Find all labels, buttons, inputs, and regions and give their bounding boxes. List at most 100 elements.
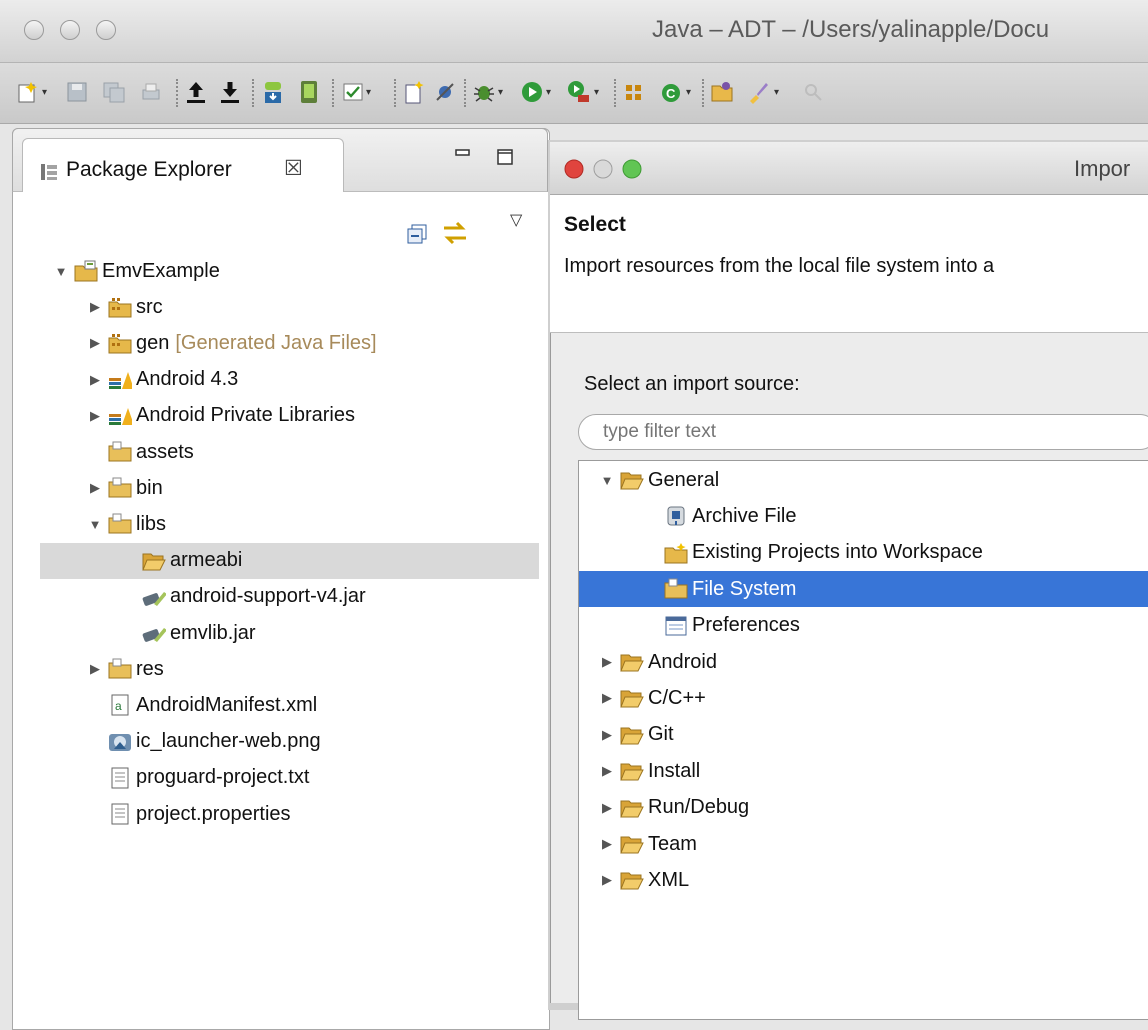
android-sdk-manager-button[interactable] [262, 77, 284, 107]
maximize-view-button[interactable] [496, 148, 514, 171]
upload-button[interactable] [184, 77, 208, 107]
link-with-editor-button[interactable] [442, 220, 470, 251]
svg-text:a: a [115, 699, 122, 713]
tree-item[interactable]: ▶ src [88, 290, 163, 324]
debug-button[interactable]: ▾ [472, 77, 503, 107]
minimize-view-button[interactable] [454, 147, 472, 165]
tree-item-label: emvlib.jar [170, 621, 256, 644]
folder-icon [108, 477, 132, 499]
expanded-arrow-icon[interactable]: ▼ [88, 517, 102, 532]
collapsed-arrow-icon[interactable]: ▶ [600, 872, 614, 888]
task-button[interactable]: ▾ [342, 77, 371, 107]
existing-project-icon [664, 542, 688, 564]
zoom-window-button[interactable] [96, 20, 116, 40]
wizard-item[interactable]: Existing Projects into Workspace [579, 535, 1148, 571]
toolbar-separator [702, 79, 704, 107]
wizard-item[interactable]: ▶ Team [579, 826, 1148, 862]
tree-item-label: gen [136, 331, 170, 354]
filter-input[interactable] [578, 414, 1148, 450]
new-class-button[interactable]: C ▾ [660, 77, 691, 107]
tree-item[interactable]: ▶ Android 4.3 [88, 363, 238, 397]
window-title: Java – ADT – /Users/yalinapple/Docu [652, 16, 1050, 43]
collapsed-arrow-icon[interactable]: ▶ [600, 800, 614, 816]
save-button[interactable] [66, 77, 88, 107]
tree-item[interactable]: android-support-v4.jar [122, 580, 366, 614]
tree-item[interactable]: a AndroidManifest.xml [88, 688, 317, 722]
skip-breakpoints-button[interactable] [434, 77, 456, 107]
close-window-button[interactable] [24, 20, 44, 40]
collapsed-arrow-icon[interactable]: ▶ [600, 763, 614, 779]
run-external-button[interactable]: ▾ [566, 77, 599, 107]
android-sdk-icon [265, 82, 281, 103]
new-java-file-button[interactable] [402, 77, 424, 107]
collapsed-arrow-icon[interactable]: ▶ [88, 408, 102, 424]
edit-button[interactable]: ▾ [746, 77, 779, 107]
import-source-label: Select an import source: [584, 373, 800, 395]
run-button[interactable]: ▾ [520, 77, 551, 107]
view-menu-icon[interactable]: ▽ [510, 210, 522, 230]
tree-item-label: AndroidManifest.xml [136, 693, 318, 716]
search-button[interactable] [802, 77, 824, 107]
download-button[interactable] [218, 77, 242, 107]
new-package-button[interactable] [622, 77, 646, 107]
wizard-item[interactable]: ▶ C/C++ [579, 680, 1148, 716]
wizard-item[interactable]: ▶ XML [579, 862, 1148, 898]
wizard-item[interactable]: ▼ General [579, 462, 1148, 498]
collapsed-arrow-icon[interactable]: ▶ [600, 727, 614, 743]
new-icon [18, 82, 37, 103]
open-folder-icon [620, 687, 644, 709]
package-icon [626, 85, 641, 100]
maximize-icon [497, 149, 513, 165]
checkbox-icon [343, 83, 363, 101]
tree-item[interactable]: ▼ EmvExample [54, 254, 220, 288]
wizard-item[interactable]: Archive File [579, 498, 1148, 534]
toolbar-separator [614, 79, 616, 107]
collapse-all-button[interactable] [404, 222, 430, 251]
collapse-all-icon [407, 224, 427, 244]
toolbar-separator [176, 79, 178, 107]
tree-item-decoration: [Generated Java Files] [175, 331, 377, 354]
wizard-item[interactable]: ▶ Git [579, 717, 1148, 753]
tree-item[interactable]: proguard-project.txt [88, 761, 309, 795]
open-type-button[interactable] [710, 77, 736, 107]
tree-item[interactable]: ic_launcher-web.png [88, 725, 321, 759]
open-folder-icon [620, 797, 644, 819]
collapsed-arrow-icon[interactable]: ▶ [600, 654, 614, 670]
wizard-item[interactable]: Preferences [579, 608, 1148, 644]
tree-item[interactable]: ▶ gen [Generated Java Files] [88, 326, 377, 360]
wizard-item[interactable]: ▶ Run/Debug [579, 790, 1148, 826]
toolbar-separator [332, 79, 334, 107]
expanded-arrow-icon[interactable]: ▼ [600, 473, 614, 488]
tree-item-label: Android 4.3 [136, 368, 239, 391]
collapsed-arrow-icon[interactable]: ▶ [88, 372, 102, 388]
tree-item[interactable]: ▼ libs [88, 507, 166, 541]
tree-item[interactable]: armeabi [122, 544, 242, 578]
wizard-item-label: C/C++ [648, 686, 706, 709]
collapsed-arrow-icon[interactable]: ▶ [600, 836, 614, 852]
text-file-icon [108, 803, 132, 825]
collapsed-arrow-icon[interactable]: ▶ [600, 690, 614, 706]
collapsed-arrow-icon[interactable]: ▶ [88, 661, 102, 677]
open-folder-icon [620, 833, 644, 855]
close-tab-icon[interactable]: ☒ [284, 156, 303, 181]
tree-item[interactable]: ▶ res [88, 652, 164, 686]
collapsed-arrow-icon[interactable]: ▶ [88, 299, 102, 315]
new-wizard-button[interactable]: ▾ [16, 77, 47, 107]
tree-item[interactable]: ▶ Android Private Libraries [88, 399, 355, 433]
tree-item[interactable]: project.properties [88, 797, 291, 831]
minimize-window-button[interactable] [60, 20, 80, 40]
print-button[interactable] [140, 77, 162, 107]
wizard-item[interactable]: ▶ Install [579, 753, 1148, 789]
source-folder-icon [108, 296, 132, 318]
wizard-item[interactable]: ▶ Android [579, 644, 1148, 680]
archive-icon [664, 505, 688, 527]
expanded-arrow-icon[interactable]: ▼ [54, 264, 68, 279]
avd-manager-button[interactable] [298, 77, 320, 107]
collapsed-arrow-icon[interactable]: ▶ [88, 480, 102, 496]
wizard-item-selected[interactable]: File System [579, 571, 1148, 608]
collapsed-arrow-icon[interactable]: ▶ [88, 335, 102, 351]
save-all-button[interactable] [102, 77, 126, 107]
tree-item[interactable]: emvlib.jar [122, 616, 256, 650]
tree-item[interactable]: ▶ bin [88, 471, 163, 505]
tree-item[interactable]: assets [88, 435, 194, 469]
